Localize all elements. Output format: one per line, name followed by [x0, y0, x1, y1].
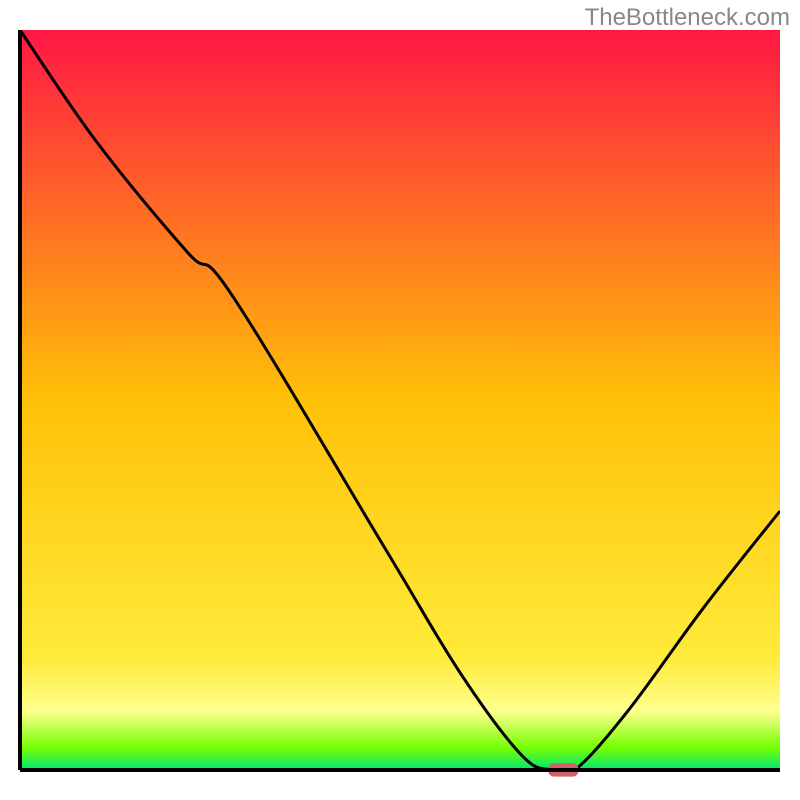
bottleneck-chart: [0, 0, 800, 800]
watermark-text: TheBottleneck.com: [585, 4, 790, 32]
